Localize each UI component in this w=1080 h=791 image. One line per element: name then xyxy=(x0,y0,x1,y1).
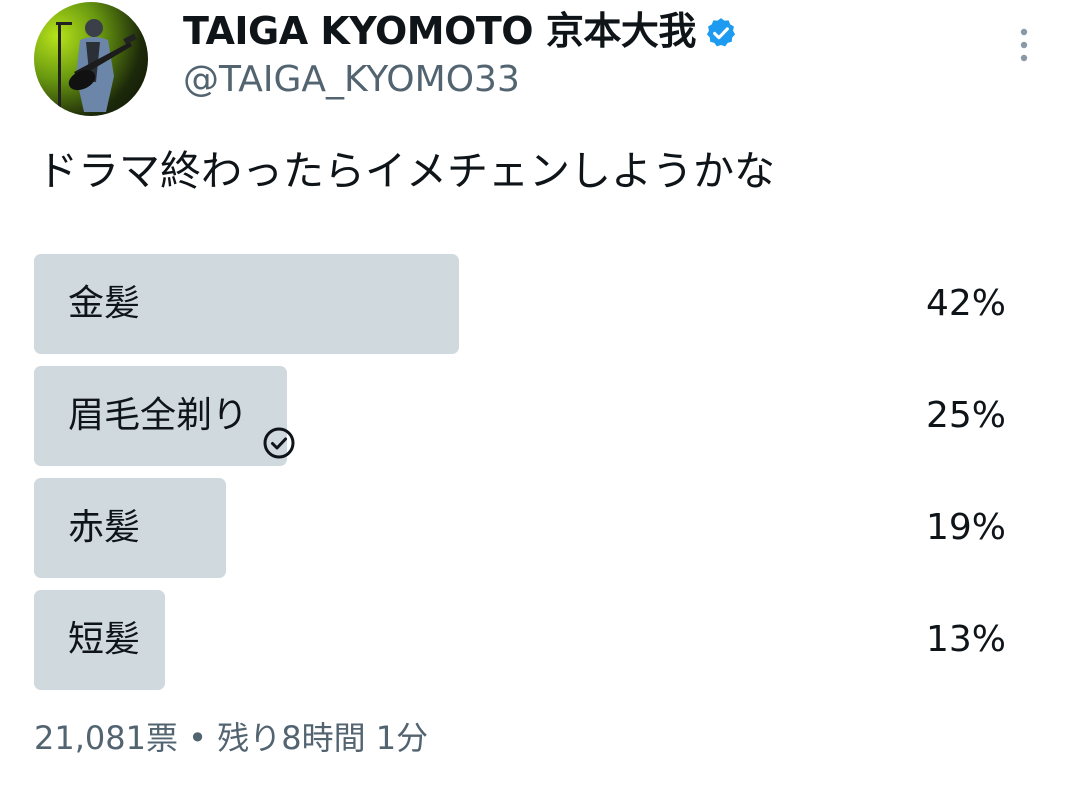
display-name-text[interactable]: TAIGA KYOMOTO 京本大我 xyxy=(183,8,696,54)
poll-option-text: 短髪 xyxy=(68,619,141,660)
user-handle[interactable]: @TAIGA_KYOMO33 xyxy=(183,58,520,102)
display-name[interactable]: TAIGA KYOMOTO 京本大我 xyxy=(183,8,738,54)
poll-vote-count: 21,081票 xyxy=(34,719,178,757)
poll-option-label: 短髪 xyxy=(68,590,140,690)
poll-option-percent: 19% xyxy=(925,507,1006,548)
poll-option-text: 赤髪 xyxy=(68,507,141,548)
poll-option-percent: 13% xyxy=(925,619,1006,660)
avatar[interactable] xyxy=(34,2,148,116)
tweet-text: ドラマ終わったらイメチェンしようかな xyxy=(37,147,775,195)
poll-option-percent: 25% xyxy=(925,395,1006,436)
poll-meta-separator: • xyxy=(188,719,208,757)
poll-option-1: 金髪 42% xyxy=(34,254,1038,354)
poll-option-percent: 42% xyxy=(925,283,1006,324)
poll-option-text: 金髪 xyxy=(68,283,141,324)
poll-time-left: 残り8時間 1分 xyxy=(217,719,429,757)
poll-option-text: 眉毛全剃り xyxy=(68,395,249,436)
avatar-image xyxy=(56,19,137,112)
more-vertical-icon[interactable] xyxy=(1012,26,1036,66)
selected-check-icon xyxy=(262,399,296,459)
poll-option-label: 金髪 xyxy=(68,254,140,354)
poll-option-label: 赤髪 xyxy=(68,478,140,578)
poll-option-3: 赤髪 19% xyxy=(34,478,1038,578)
poll-option-label: 眉毛全剃り xyxy=(68,366,296,466)
verified-badge-icon xyxy=(704,14,738,48)
poll-option-2: 眉毛全剃り 25% xyxy=(34,366,1038,466)
poll-option-4: 短髪 13% xyxy=(34,590,1038,690)
poll-meta: 21,081票 • 残り8時間 1分 xyxy=(34,716,428,760)
